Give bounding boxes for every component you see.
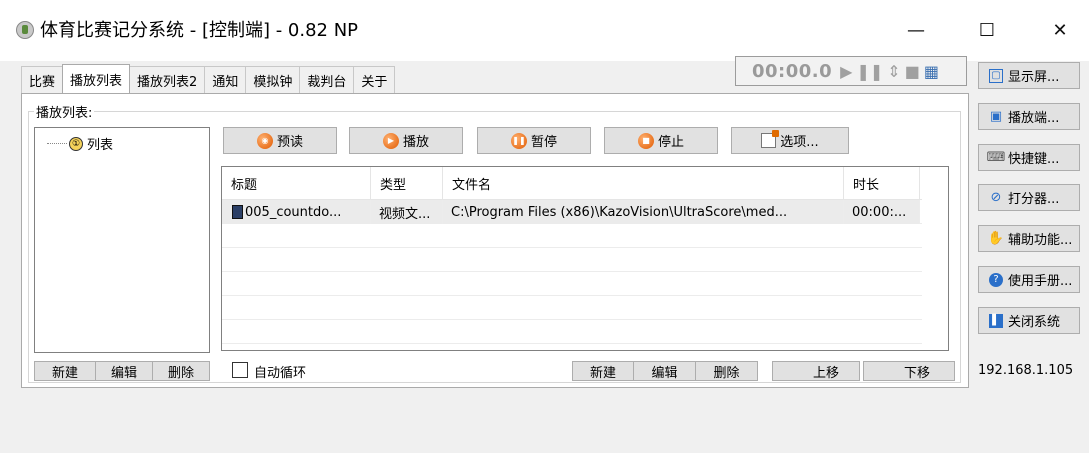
app-icon xyxy=(16,21,34,39)
tree-new-button[interactable]: 新建 xyxy=(34,361,96,381)
preload-icon: ◉ xyxy=(256,132,273,149)
row-title: 005_countdo... xyxy=(245,204,342,220)
row-filename: C:\Program Files (x86)\KazoVision\UltraS… xyxy=(443,200,844,224)
tree-number-icon: ① xyxy=(69,136,83,151)
tab-clock[interactable]: 模拟钟 xyxy=(245,66,301,93)
player-button[interactable]: ▣ 播放端... xyxy=(978,103,1080,130)
updown-icon[interactable]: ⇕ xyxy=(887,62,900,81)
empty-row xyxy=(222,320,922,344)
preload-button[interactable]: ◉ 预读 xyxy=(223,127,337,154)
exit-icon: ▌ xyxy=(989,313,1003,328)
list-edit-button[interactable]: 编辑 xyxy=(633,361,696,381)
stop-icon[interactable]: ■ xyxy=(905,62,920,81)
tab-playlist2[interactable]: 播放列表2 xyxy=(129,66,206,93)
column-type[interactable]: 类型 xyxy=(371,167,443,200)
accessibility-button[interactable]: ✋ 辅助功能... xyxy=(978,225,1080,252)
play-icon[interactable]: ▶ xyxy=(840,62,852,81)
autoloop-checkbox[interactable] xyxy=(232,362,248,378)
stop-button[interactable]: ■ 停止 xyxy=(604,127,718,154)
move-up-button[interactable]: 上移 xyxy=(772,361,860,381)
tab-playlist[interactable]: 播放列表 xyxy=(62,64,131,93)
play-button[interactable]: ▶ 播放 xyxy=(349,127,463,154)
column-duration[interactable]: 时长 xyxy=(844,167,920,200)
display-icon: ▢ xyxy=(989,68,1003,83)
playlist-tree[interactable]: ① 列表 xyxy=(34,127,210,353)
tree-connector xyxy=(47,143,67,144)
title-bar: 体育比赛记分系统 - [控制端] - 0.82 NP — ☐ ✕ xyxy=(0,0,1089,61)
playlist-group-label: 播放列表: xyxy=(34,102,95,121)
row-duration: 00:00:... xyxy=(844,200,920,224)
tree-item-list[interactable]: ① 列表 xyxy=(47,134,113,153)
table-header: 标题 类型 文件名 时长 xyxy=(222,167,922,200)
link-icon: ⊘ xyxy=(990,190,1002,205)
window-title: 体育比赛记分系统 - [控制端] - 0.82 NP xyxy=(40,20,359,41)
tab-bar: 比赛 播放列表 播放列表2 通知 模拟钟 裁判台 关于 xyxy=(21,64,396,93)
tab-notice[interactable]: 通知 xyxy=(204,66,247,93)
pause-icon: ❚❚ xyxy=(510,132,527,149)
tree-item-label: 列表 xyxy=(87,138,114,153)
move-down-button[interactable]: 下移 xyxy=(863,361,955,381)
minimize-button[interactable]: — xyxy=(887,0,945,61)
ip-address: 192.168.1.105 xyxy=(978,363,1074,378)
column-filename[interactable]: 文件名 xyxy=(443,167,844,200)
help-icon: ? xyxy=(989,272,1003,287)
options-button[interactable]: 选项... xyxy=(731,127,849,154)
table-row[interactable]: 005_countdo... 视频文... C:\Program Files (… xyxy=(222,200,922,224)
play-icon: ▶ xyxy=(382,132,399,149)
options-icon xyxy=(761,130,780,148)
playlist-table[interactable]: 标题 类型 文件名 时长 005_countdo... 视频文... C:\Pr… xyxy=(221,166,949,351)
pause-button[interactable]: ❚❚ 暂停 xyxy=(477,127,591,154)
shortcut-button[interactable]: ⌨ 快捷键... xyxy=(978,144,1080,171)
list-new-button[interactable]: 新建 xyxy=(572,361,634,381)
maximize-button[interactable]: ☐ xyxy=(958,0,1016,61)
empty-row xyxy=(222,248,922,272)
clock-display: 00:00.0 ▶ ❚❚ ⇕ ■ ▦ xyxy=(735,56,967,86)
empty-row xyxy=(222,296,922,320)
close-button[interactable]: ✕ xyxy=(1031,0,1089,61)
tab-match[interactable]: 比赛 xyxy=(21,66,64,93)
column-title[interactable]: 标题 xyxy=(222,167,371,200)
hand-icon: ✋ xyxy=(987,231,1005,246)
list-delete-button[interactable]: 删除 xyxy=(695,361,758,381)
grid-icon[interactable]: ▦ xyxy=(924,62,939,81)
clock-time: 00:00.0 xyxy=(752,60,833,82)
autoloop-label: 自动循环 xyxy=(254,366,307,381)
monitor-icon: ▣ xyxy=(989,109,1003,124)
pause-icon[interactable]: ❚❚ xyxy=(856,62,883,81)
tree-delete-button[interactable]: 删除 xyxy=(152,361,210,381)
manual-button[interactable]: ? 使用手册... xyxy=(978,266,1080,293)
empty-row xyxy=(222,272,922,296)
keyboard-icon: ⌨ xyxy=(986,150,1006,165)
tab-referee[interactable]: 裁判台 xyxy=(299,66,355,93)
scorer-button[interactable]: ⊘ 打分器... xyxy=(978,184,1080,211)
row-type: 视频文... xyxy=(371,200,443,224)
empty-row xyxy=(222,224,922,248)
video-file-icon xyxy=(232,205,243,219)
tree-edit-button[interactable]: 编辑 xyxy=(95,361,153,381)
display-button[interactable]: ▢ 显示屏... xyxy=(978,62,1080,89)
tab-about[interactable]: 关于 xyxy=(353,66,396,93)
stop-icon: ■ xyxy=(637,132,654,149)
close-system-button[interactable]: ▌ 关闭系统 xyxy=(978,307,1080,334)
